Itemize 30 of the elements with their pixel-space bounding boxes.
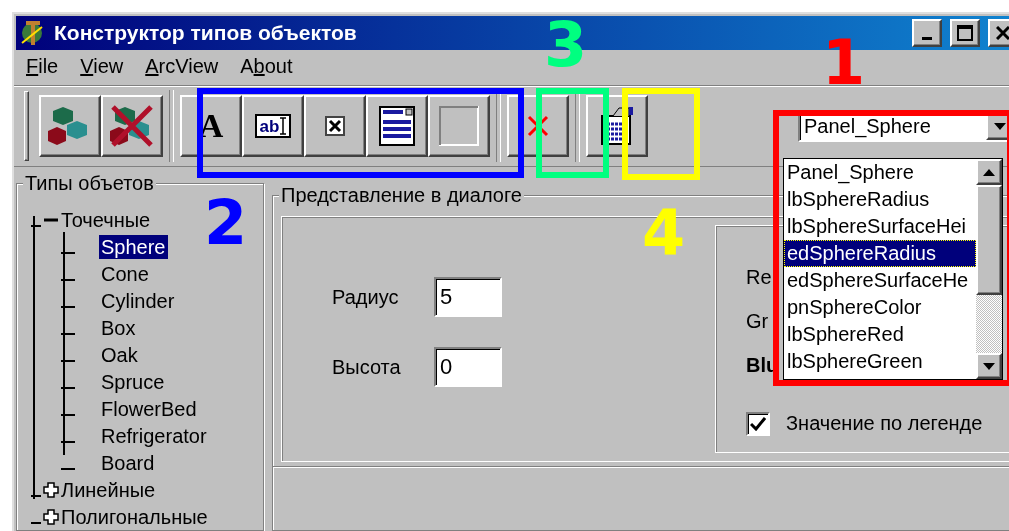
input-field[interactable]: 0: [434, 347, 502, 387]
tree-item[interactable]: FlowerBed: [99, 396, 199, 421]
tree-item[interactable]: Полигональные: [59, 504, 210, 529]
annotation-number: 2: [204, 200, 248, 246]
field-label: Радиус: [332, 285, 400, 309]
toolbar-button[interactable]: ab: [242, 95, 304, 158]
tree-item[interactable]: Board: [99, 450, 157, 475]
menu-item[interactable]: About: [240, 55, 293, 79]
input-field[interactable]: 5: [434, 277, 502, 317]
color-label: Gr: [746, 310, 769, 334]
tree-item[interactable]: Refrigerator: [99, 423, 209, 448]
tree-item[interactable]: Box: [99, 315, 138, 340]
field-label: Высота: [332, 355, 402, 379]
tree-item[interactable]: Cone: [99, 261, 151, 286]
tree-item[interactable]: Sphere: [99, 234, 168, 259]
tree-item[interactable]: Cylinder: [99, 288, 177, 313]
annotation-number: 4: [642, 210, 686, 256]
checkbox-label: Значение по легенде: [786, 412, 983, 436]
tree-item[interactable]: Точечные: [59, 207, 153, 232]
text-field-icon: ab: [254, 114, 292, 139]
color-label: Re: [746, 266, 772, 290]
tree-item[interactable]: Spruce: [99, 369, 167, 394]
list-item[interactable]: edSphereRadius: [784, 240, 976, 267]
window-title: Конструктор типов объектов: [54, 21, 357, 46]
menu-item[interactable]: View: [80, 55, 124, 79]
tree-item[interactable]: Линейные: [59, 477, 158, 502]
menu-item[interactable]: File: [26, 55, 59, 79]
tree-item[interactable]: Oak: [99, 342, 140, 367]
annotation-number: 1: [822, 40, 866, 86]
menu-item[interactable]: ArcView: [145, 55, 219, 79]
